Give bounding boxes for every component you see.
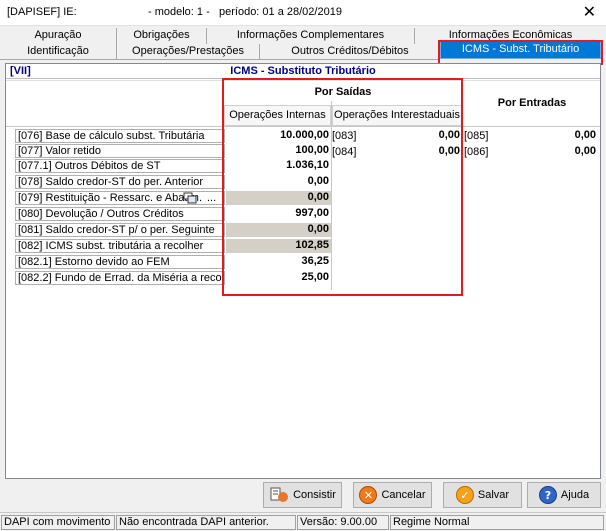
- cancelar-button[interactable]: ✕ Cancelar: [353, 482, 432, 508]
- field-077[interactable]: 100,00: [226, 144, 331, 158]
- header-por-entradas: Por Entradas: [497, 97, 567, 109]
- field-078[interactable]: 0,00: [226, 175, 331, 189]
- tab-informacoes-complementares[interactable]: Informações Complementares: [207, 28, 415, 44]
- grid-line: [6, 126, 600, 127]
- field-076[interactable]: 10.000,00: [226, 129, 331, 143]
- tab-strip: Apuração Obrigações Informações Compleme…: [0, 27, 606, 63]
- row-label-078: [078] Saldo credor-ST do per. Anterior: [15, 175, 225, 189]
- help-icon: ?: [538, 486, 557, 504]
- ajuda-label: Ajuda: [560, 489, 590, 501]
- window-title-period: período: 01 a 28/02/2019: [219, 6, 342, 18]
- row-label-082: [082] ICMS subst. tributária a recolher: [15, 239, 225, 253]
- field-084[interactable]: 0,00: [366, 145, 462, 159]
- section-header: [VII] ICMS - Substituto Tributário: [6, 64, 600, 79]
- status-bar: DAPI com movimento Não encontrada DAPI a…: [0, 512, 606, 531]
- field-077-1[interactable]: 1.036,10: [226, 159, 331, 173]
- code-086: [086]: [464, 146, 489, 158]
- window-title-model: - modelo: 1 -: [148, 6, 210, 18]
- status-movimento: DAPI com movimento: [1, 515, 115, 530]
- code-084: [084]: [332, 146, 357, 158]
- row-label-081: [081] Saldo credor-ST p/ o per. Seguinte: [15, 223, 225, 237]
- tab-obrigacoes[interactable]: Obrigações: [117, 28, 207, 44]
- tab-apuracao[interactable]: Apuração: [0, 28, 117, 44]
- title-bar: [DAPISEF] IE: - modelo: 1 - período: 01 …: [0, 0, 606, 26]
- tab-identificacao[interactable]: Identificação: [0, 44, 117, 60]
- row-label-076: [076] Base de cálculo subst. Tributária: [15, 129, 225, 143]
- row-label-082-2: [082.2] Fundo de Errad. da Miséria a rec…: [15, 271, 225, 285]
- cancel-icon: ✕: [359, 486, 378, 504]
- save-check-icon: ✓: [455, 486, 474, 504]
- icms-st-panel: [VII] ICMS - Substituto Tributário Por S…: [5, 63, 601, 479]
- consistir-icon: [270, 487, 289, 502]
- field-082: 102,85: [226, 239, 331, 253]
- row-label-082-1: [082.1] Estorno devido ao FEM: [15, 255, 225, 269]
- consistir-label: Consistir: [293, 489, 336, 501]
- tab-outros-creditos-debitos[interactable]: Outros Créditos/Débitos: [260, 44, 440, 60]
- code-085: [085]: [464, 130, 489, 142]
- restituicao-details-icon[interactable]: [183, 192, 197, 204]
- field-085[interactable]: 0,00: [498, 129, 598, 143]
- field-082-2[interactable]: 25,00: [226, 271, 331, 285]
- field-080[interactable]: 997,00: [226, 207, 331, 221]
- button-bar: Consistir ✕ Cancelar ✓ Salvar ? Ajuda: [0, 482, 606, 510]
- ajuda-button[interactable]: ? Ajuda: [527, 482, 601, 508]
- grid-line: [6, 80, 600, 81]
- salvar-label: Salvar: [477, 489, 510, 501]
- field-079: 0,00: [226, 191, 331, 205]
- header-operacoes-internas: Operações Internas: [224, 105, 331, 126]
- close-icon[interactable]: ✕: [583, 3, 596, 21]
- field-082-1[interactable]: 36,25: [226, 255, 331, 269]
- tab-icms-subst-tributario[interactable]: ICMS - Subst. Tributário: [440, 41, 601, 59]
- tab-operacoes-prestacoes[interactable]: Operações/Prestações: [117, 44, 260, 60]
- window-title-app: [DAPISEF] IE:: [7, 6, 77, 18]
- restituicao-ellipsis: ...: [207, 192, 217, 204]
- field-086[interactable]: 0,00: [498, 145, 598, 159]
- header-operacoes-interestaduais: Operações Interestaduais: [332, 105, 462, 126]
- field-081: 0,00: [226, 223, 331, 237]
- code-083: [083]: [332, 130, 357, 142]
- header-por-saidas: Por Saídas: [314, 86, 372, 98]
- row-label-077-1: [077.1] Outros Débitos de ST: [15, 159, 225, 173]
- section-title: ICMS - Substituto Tributário: [230, 65, 376, 77]
- grid-line: [462, 80, 463, 180]
- field-083[interactable]: 0,00: [366, 129, 462, 143]
- consistir-button[interactable]: Consistir: [263, 482, 342, 508]
- row-label-080: [080] Devolução / Outros Créditos: [15, 207, 225, 221]
- status-regime: Regime Normal: [390, 515, 604, 530]
- status-dapi-anterior: Não encontrada DAPI anterior.: [116, 515, 296, 530]
- status-versao: Versão: 9.00.00: [297, 515, 389, 530]
- cancelar-label: Cancelar: [381, 489, 426, 501]
- row-label-077: [077] Valor retido: [15, 144, 225, 158]
- salvar-button[interactable]: ✓ Salvar: [443, 482, 522, 508]
